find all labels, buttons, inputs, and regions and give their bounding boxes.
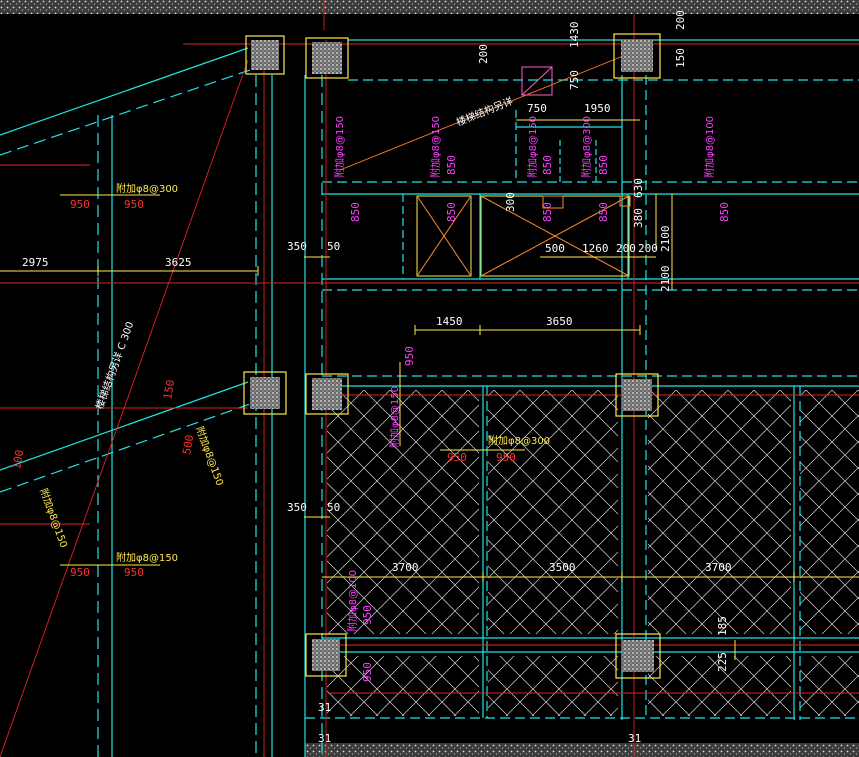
dim-31-c: 31 — [628, 732, 641, 745]
len-950-e: 950 — [447, 451, 467, 464]
rebar-label-8: 附加φ8@100 — [703, 116, 716, 178]
len-950-v2: 950 — [361, 605, 374, 625]
dim-200-b: 200 — [638, 242, 658, 255]
dim-1950: 1950 — [584, 102, 611, 115]
rebar-label-12: 附加φ8@150 — [193, 425, 226, 488]
column-c2 — [615, 633, 661, 679]
dim-3700-a: 3700 — [392, 561, 419, 574]
dim-750-v: 750 — [568, 70, 581, 90]
len-850-g: 850 — [597, 202, 610, 222]
rebar-label-6: 附加φ8@150 — [526, 116, 539, 178]
len-950-a: 950 — [70, 198, 90, 211]
rebar-label-7: 附加φ8@300 — [580, 116, 593, 178]
len-850-e: 850 — [541, 202, 554, 222]
column-a1 — [245, 35, 285, 75]
dim-50-bot: 50 — [327, 501, 340, 514]
dim-3700-b: 3700 — [705, 561, 732, 574]
dim-2100-a: 2100 — [659, 226, 672, 253]
dim-200-top: 200 — [477, 44, 490, 64]
dim-31-b: 31 — [318, 732, 331, 745]
dim-200-a: 200 — [616, 242, 636, 255]
stair-note-top: 楼梯结构另详 — [454, 94, 515, 129]
rebar-label-11: 附加φ8@150 — [37, 487, 70, 550]
len-950-d: 950 — [124, 566, 144, 579]
column-b2 — [305, 373, 349, 415]
dim-3625: 3625 — [165, 256, 192, 269]
dim-31-a: 31 — [318, 701, 331, 714]
column-b1 — [243, 371, 287, 415]
len-950-v3: 950 — [361, 662, 374, 682]
rebar-label-2: 附加φ8@150 — [116, 551, 178, 564]
top-wall — [0, 0, 859, 14]
dim-350-bot: 350 — [287, 501, 307, 514]
rebar-label-1: 附加φ8@300 — [116, 182, 178, 195]
dim-750: 750 — [527, 102, 547, 115]
len-850-c: 850 — [445, 202, 458, 222]
dim-50-top: 50 — [327, 240, 340, 253]
dim-200-right: 200 — [674, 10, 687, 30]
dim-1260: 1260 — [582, 242, 609, 255]
len-500: 500 — [180, 434, 196, 456]
len-950-b: 950 — [124, 198, 144, 211]
len-950-c: 950 — [70, 566, 90, 579]
cad-drawing-canvas[interactable]: 2975 3625 350 50 350 50 1450 3650 3700 3… — [0, 0, 859, 757]
len-850-a: 850 — [349, 202, 362, 222]
len-950-f: 950 — [496, 451, 516, 464]
dim-185: 185 — [716, 616, 729, 636]
rebar-label-3: 附加φ8@300 — [488, 434, 550, 447]
dim-2100-b: 2100 — [659, 266, 672, 293]
len-150: 150 — [161, 379, 177, 401]
len-950-v1: 950 — [403, 346, 416, 366]
dim-350-top: 350 — [287, 240, 307, 253]
column-a2 — [305, 37, 349, 79]
len-850-f: 850 — [597, 155, 610, 175]
rebar-label-5: 附加φ8@150 — [429, 116, 442, 178]
dim-1450: 1450 — [436, 315, 463, 328]
bottom-wall — [305, 743, 859, 757]
dim-2975: 2975 — [22, 256, 49, 269]
dim-225: 225 — [716, 652, 729, 672]
column-c1 — [305, 633, 347, 677]
dim-150: 150 — [674, 48, 687, 68]
len-850-h: 850 — [718, 202, 731, 222]
rebar-label-4: 附加φ8@150 — [333, 116, 346, 178]
axis-lines — [0, 0, 859, 757]
dim-630: 630 — [632, 178, 645, 198]
dim-500: 500 — [545, 242, 565, 255]
len-850-b: 850 — [445, 155, 458, 175]
dim-3500: 3500 — [549, 561, 576, 574]
len-100: 100 — [10, 449, 26, 471]
dim-3650: 3650 — [546, 315, 573, 328]
dim-300: 300 — [504, 192, 517, 212]
stair-note-diag: 楼梯结构另详 C 300 — [93, 320, 137, 411]
dim-380: 380 — [632, 208, 645, 228]
rebar-label-10: 附加φ8@100 — [346, 570, 359, 632]
dim-1430: 1430 — [568, 22, 581, 49]
slab-hatch-area — [327, 390, 859, 716]
rebar-label-9: 附加φ8@150 — [388, 386, 401, 448]
column-b3 — [615, 373, 659, 417]
len-850-d: 850 — [541, 155, 554, 175]
